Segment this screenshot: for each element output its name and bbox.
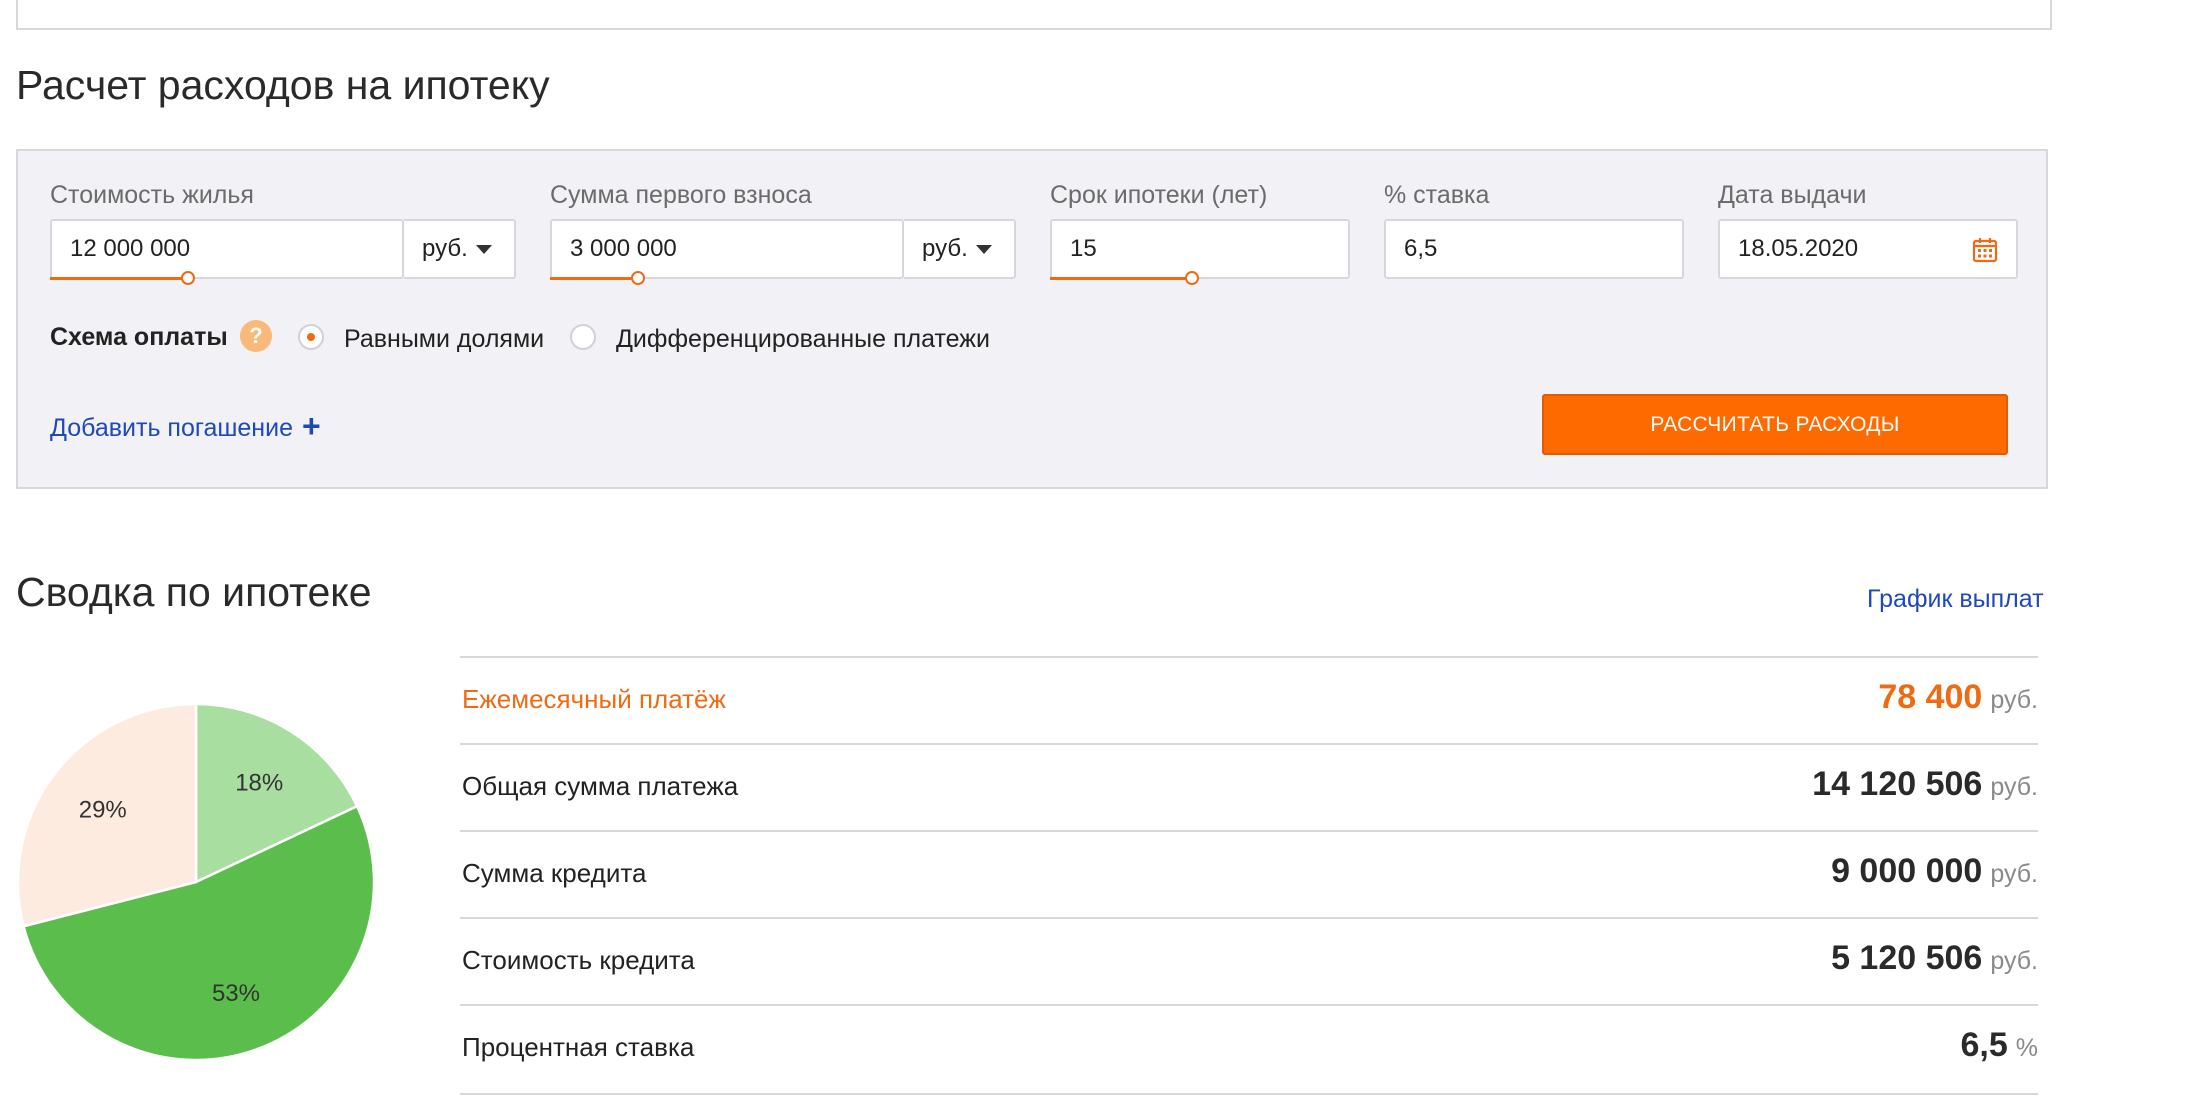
summary-row-value: 78 400 руб. bbox=[1878, 678, 2038, 717]
summary-value-number: 78 400 bbox=[1878, 678, 1983, 716]
summary-row-loan-cost: Стоимость кредита 5 120 506 руб. bbox=[460, 917, 2038, 1006]
summary-row-label: Стоимость кредита bbox=[462, 945, 695, 975]
price-currency-select[interactable]: руб. bbox=[404, 219, 516, 279]
issue-date-field: Дата выдачи 18.05.2020 bbox=[1718, 181, 2018, 291]
chevron-down-icon bbox=[976, 245, 992, 254]
down-payment-label: Сумма первого взноса bbox=[550, 181, 812, 209]
radio-differentiated-payments[interactable] bbox=[570, 324, 596, 350]
price-label: Стоимость жилья bbox=[50, 181, 254, 209]
summary-title: Сводка по ипотеке bbox=[16, 569, 372, 615]
help-icon[interactable]: ? bbox=[240, 320, 272, 352]
summary-row-value: 5 120 506 руб. bbox=[1831, 939, 2038, 978]
pie-slice-label-1: 53% bbox=[212, 980, 260, 1007]
summary-row-total-payment: Общая сумма платежа 14 120 506 руб. bbox=[460, 743, 2038, 832]
summary-row-label: Ежемесячный платёж bbox=[462, 684, 726, 714]
down-payment-input[interactable]: 3 000 000 bbox=[550, 219, 904, 279]
previous-section-box bbox=[16, 0, 2052, 30]
summary-row-loan-amount: Сумма кредита 9 000 000 руб. bbox=[460, 830, 2038, 919]
term-field: Срок ипотеки (лет) 15 bbox=[1050, 181, 1350, 291]
summary-value-unit: % bbox=[2015, 1034, 2038, 1062]
issue-date-label: Дата выдачи bbox=[1718, 181, 1867, 209]
summary-row-interest-rate: Процентная ставка 6,5% bbox=[460, 1004, 2038, 1095]
mortgage-pie-chart: 18% 53% 29% bbox=[16, 702, 376, 1062]
payment-schedule-link[interactable]: График выплат bbox=[1867, 585, 2044, 614]
summary-row-value: 9 000 000 руб. bbox=[1831, 852, 2038, 891]
calculate-button[interactable]: РАССЧИТАТЬ РАСХОДЫ bbox=[1542, 394, 2008, 455]
summary-row-label: Процентная ставка bbox=[462, 1032, 695, 1062]
down-payment-slider-track[interactable] bbox=[550, 277, 638, 280]
summary-value-number: 6,5 bbox=[1960, 1026, 2008, 1064]
term-label: Срок ипотеки (лет) bbox=[1050, 181, 1268, 209]
price-input[interactable]: 12 000 000 bbox=[50, 219, 404, 279]
pie-slice-label-2: 29% bbox=[79, 797, 127, 824]
calendar-icon[interactable] bbox=[1972, 237, 1998, 263]
rate-input[interactable]: 6,5 bbox=[1384, 219, 1684, 279]
summary-value-number: 9 000 000 bbox=[1831, 852, 1983, 890]
calculator-title: Расчет расходов на ипотеку bbox=[16, 62, 550, 108]
payment-scheme-label: Схема оплаты bbox=[50, 323, 228, 351]
down-payment-slider-handle[interactable] bbox=[631, 271, 645, 285]
chevron-down-icon bbox=[476, 245, 492, 254]
summary-row-monthly-payment: Ежемесячный платёж 78 400 руб. bbox=[460, 656, 2038, 745]
issue-date-value: 18.05.2020 bbox=[1738, 235, 1859, 262]
summary-value-unit: руб. bbox=[1990, 947, 2038, 975]
radio-equal-payments[interactable] bbox=[298, 324, 324, 350]
radio-equal-payments-label[interactable]: Равными долями bbox=[344, 325, 544, 354]
price-slider-track[interactable] bbox=[50, 277, 186, 280]
pie-slice-label-0: 18% bbox=[235, 769, 283, 796]
term-slider-track[interactable] bbox=[1050, 277, 1192, 280]
summary-row-value: 14 120 506 руб. bbox=[1812, 765, 2038, 804]
rate-label: % ставка bbox=[1384, 181, 1490, 209]
summary-value-unit: руб. bbox=[1990, 686, 2038, 714]
down-payment-currency-select[interactable]: руб. bbox=[904, 219, 1016, 279]
price-currency-value: руб. bbox=[422, 235, 468, 262]
plus-icon[interactable]: + bbox=[302, 408, 321, 445]
summary-row-label: Общая сумма платежа bbox=[462, 771, 739, 801]
summary-value-number: 14 120 506 bbox=[1812, 765, 1983, 803]
summary-value-number: 5 120 506 bbox=[1831, 939, 1983, 977]
summary-value-unit: руб. bbox=[1990, 773, 2038, 801]
summary-row-value: 6,5% bbox=[1961, 1026, 2039, 1065]
summary-row-label: Сумма кредита bbox=[462, 858, 647, 888]
issue-date-input[interactable]: 18.05.2020 bbox=[1718, 219, 2018, 279]
price-field: Стоимость жилья 12 000 000 руб. bbox=[50, 181, 550, 291]
radio-differentiated-payments-label[interactable]: Дифференцированные платежи bbox=[616, 325, 990, 354]
term-slider-handle[interactable] bbox=[1185, 271, 1199, 285]
rate-field: % ставка 6,5 bbox=[1384, 181, 1684, 291]
term-input[interactable]: 15 bbox=[1050, 219, 1350, 279]
summary-value-unit: руб. bbox=[1990, 860, 2038, 888]
add-repayment-link[interactable]: Добавить погашение bbox=[50, 414, 293, 443]
mortgage-calculator-panel: Стоимость жилья 12 000 000 руб. Сумма пе… bbox=[16, 149, 2048, 489]
down-payment-field: Сумма первого взноса 3 000 000 руб. bbox=[550, 181, 1050, 291]
price-slider-handle[interactable] bbox=[181, 271, 195, 285]
down-payment-currency-value: руб. bbox=[922, 235, 968, 262]
